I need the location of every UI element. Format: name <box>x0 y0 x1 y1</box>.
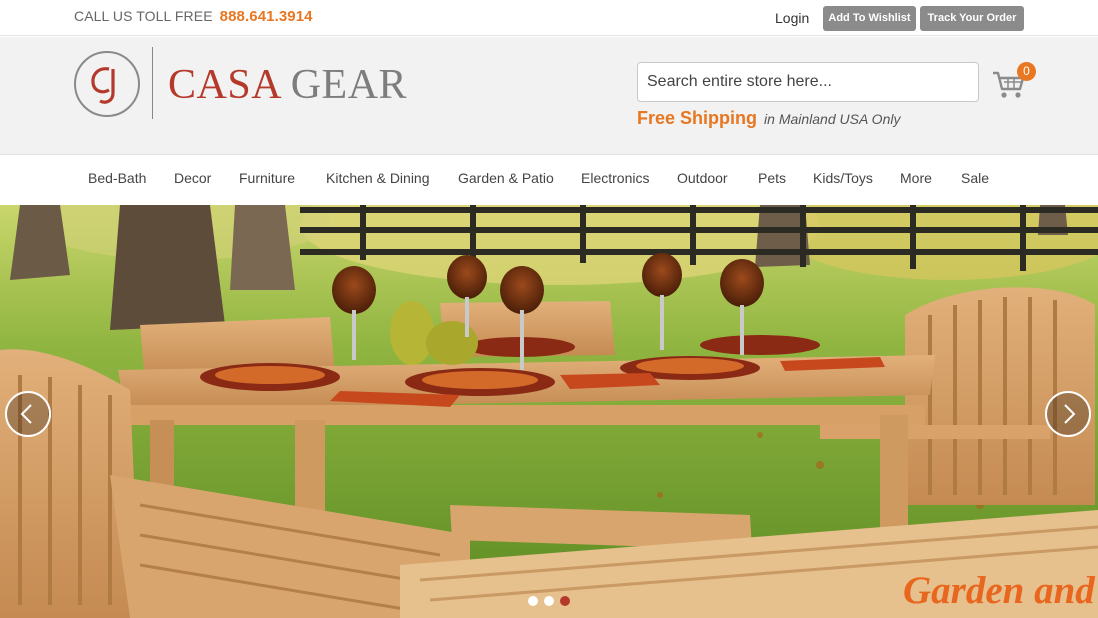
slider-dot-3-active[interactable] <box>560 596 570 606</box>
logo-divider <box>152 47 153 119</box>
hero-image <box>0 205 1098 618</box>
logo-casa: CASA <box>168 62 280 108</box>
nav-item-outdoor[interactable]: Outdoor <box>677 170 728 186</box>
top-bar: CALL US TOLL FREE 888.641.3914 Login Add… <box>0 0 1098 36</box>
nav-item-electronics[interactable]: Electronics <box>581 170 649 186</box>
chevron-right-icon <box>1064 404 1076 424</box>
slider-dot-1[interactable] <box>528 596 538 606</box>
toll-free-info: CALL US TOLL FREE 888.641.3914 <box>74 8 313 25</box>
chevron-left-icon <box>20 404 32 424</box>
nav-item-pets[interactable]: Pets <box>758 170 786 186</box>
nav-item-more[interactable]: More <box>900 170 932 186</box>
free-shipping-label: Free Shipping <box>637 108 758 128</box>
add-to-wishlist-button[interactable]: Add To Wishlist <box>823 6 916 31</box>
nav-item-furniture[interactable]: Furniture <box>239 170 295 186</box>
logo-wordmark[interactable]: CASA GEAR <box>168 61 407 109</box>
nav-item-decor[interactable]: Decor <box>174 170 211 186</box>
toll-free-label: CALL US TOLL FREE <box>74 8 213 24</box>
main-navigation: Bed-Bath Decor Furniture Kitchen & Dinin… <box>0 155 1098 205</box>
hero-slider: Garden and <box>0 205 1098 618</box>
track-order-button[interactable]: Track Your Order <box>920 6 1024 31</box>
slider-dot-2[interactable] <box>544 596 554 606</box>
site-header: CASA GEAR 0 Free Shipping in Mainland US… <box>0 37 1098 155</box>
cart-count-badge: 0 <box>1017 62 1036 81</box>
free-shipping-note: in Mainland USA Only <box>764 111 901 127</box>
nav-item-garden-patio[interactable]: Garden & Patio <box>458 170 554 186</box>
nav-item-bed-bath[interactable]: Bed-Bath <box>88 170 146 186</box>
nav-item-sale[interactable]: Sale <box>961 170 989 186</box>
logo-monogram-icon[interactable] <box>74 51 140 117</box>
search-input[interactable] <box>637 62 979 102</box>
free-shipping-banner: Free Shipping in Mainland USA Only <box>637 108 900 129</box>
phone-number-link[interactable]: 888.641.3914 <box>220 8 313 25</box>
login-link[interactable]: Login <box>775 10 809 26</box>
logo-gear: GEAR <box>290 62 408 108</box>
slider-next-button[interactable] <box>1045 391 1091 437</box>
hero-caption: Garden and <box>903 569 1095 612</box>
slider-prev-button[interactable] <box>5 391 51 437</box>
nav-item-kitchen-dining[interactable]: Kitchen & Dining <box>326 170 430 186</box>
nav-item-kids-toys[interactable]: Kids/Toys <box>813 170 873 186</box>
